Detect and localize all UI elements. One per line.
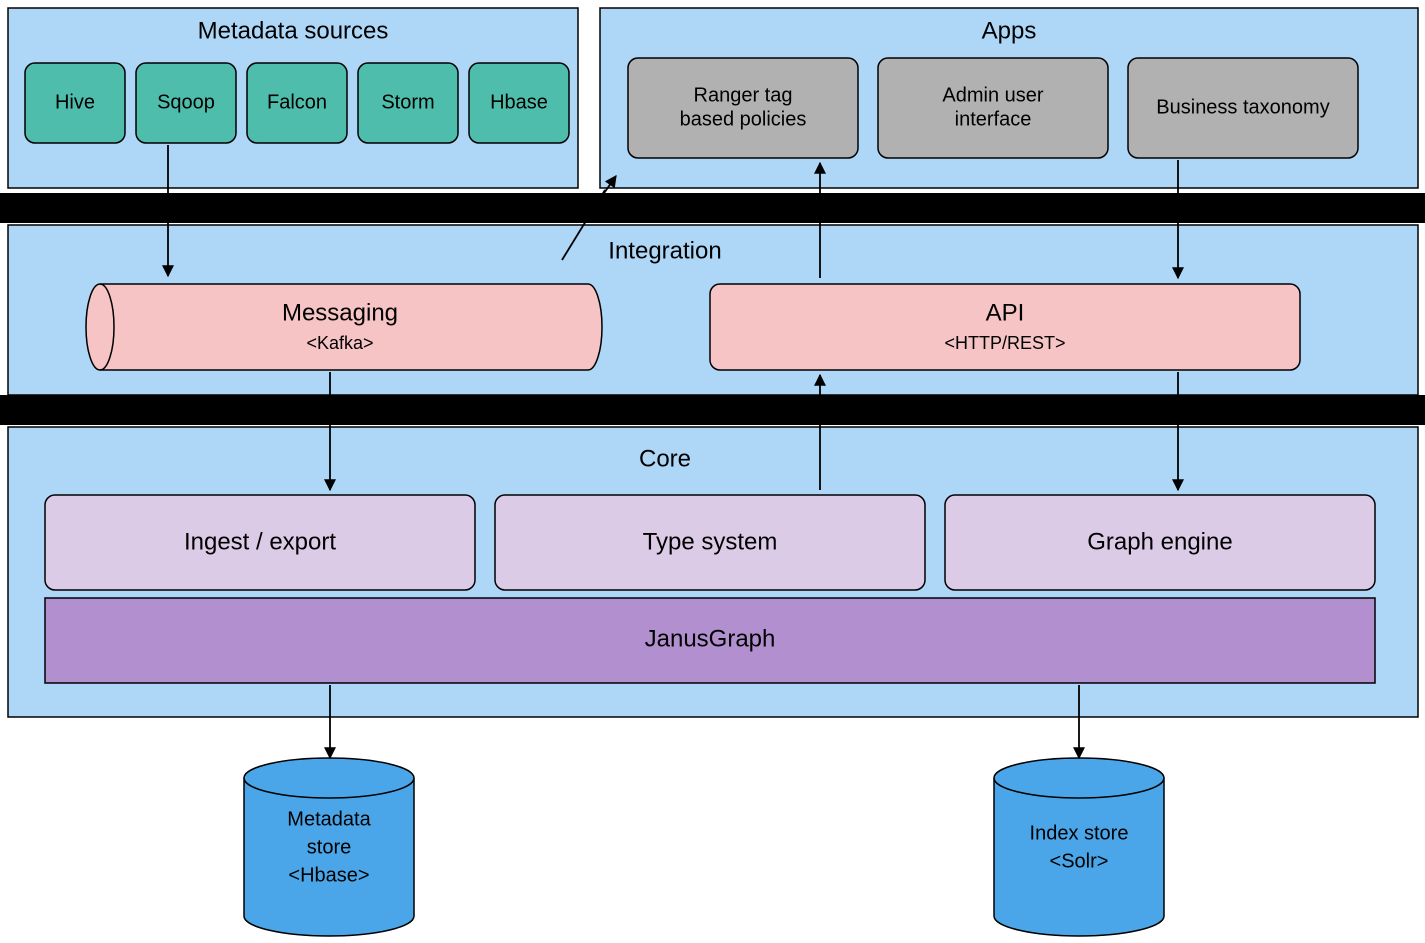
messaging-tech: <Kafka> bbox=[306, 333, 373, 353]
metadata-store-l2: store bbox=[307, 836, 351, 858]
messaging-name: Messaging bbox=[282, 299, 398, 326]
metadata-store-cylinder: Metadata store <Hbase> bbox=[244, 758, 414, 936]
messaging-cylinder: Messaging <Kafka> bbox=[86, 284, 602, 370]
metadata-item-falcon: Falcon bbox=[267, 91, 327, 113]
core-modules: Ingest / export Type system Graph engine bbox=[45, 495, 1375, 590]
metadata-sources-title: Metadata sources bbox=[198, 17, 389, 44]
metadata-store-l1: Metadata bbox=[287, 808, 371, 830]
index-store-cylinder: Index store <Solr> bbox=[994, 758, 1164, 936]
index-store-l2: <Solr> bbox=[1050, 850, 1109, 872]
app-admin-l2: interface bbox=[955, 108, 1032, 130]
apps-items: Ranger tag based policies Admin user int… bbox=[628, 58, 1358, 158]
api-box bbox=[710, 284, 1300, 370]
core-title: Core bbox=[639, 445, 691, 472]
app-ranger-l2: based policies bbox=[680, 108, 807, 130]
app-ranger-l1: Ranger tag bbox=[694, 84, 793, 106]
core-mod-graph: Graph engine bbox=[1087, 528, 1232, 555]
api-name: API bbox=[986, 299, 1025, 326]
integration-title: Integration bbox=[608, 237, 721, 264]
core-mod-ingest: Ingest / export bbox=[184, 528, 336, 555]
metadata-item-sqoop: Sqoop bbox=[157, 91, 215, 113]
metadata-store-l3: <Hbase> bbox=[288, 864, 369, 886]
app-taxonomy: Business taxonomy bbox=[1156, 96, 1329, 118]
core-mod-types: Type system bbox=[643, 528, 778, 555]
api-tech: <HTTP/REST> bbox=[944, 333, 1065, 353]
metadata-item-hive: Hive bbox=[55, 91, 95, 113]
metadata-item-storm: Storm bbox=[381, 91, 434, 113]
architecture-diagram: Metadata sources Hive Sqoop Falcon Storm… bbox=[0, 0, 1425, 943]
app-admin-l1: Admin user bbox=[942, 84, 1043, 106]
janusgraph-label: JanusGraph bbox=[645, 625, 776, 652]
metadata-item-hbase: Hbase bbox=[490, 91, 548, 113]
metadata-source-items: Hive Sqoop Falcon Storm Hbase bbox=[25, 63, 569, 143]
index-store-l1: Index store bbox=[1030, 822, 1129, 844]
apps-title: Apps bbox=[982, 17, 1037, 44]
